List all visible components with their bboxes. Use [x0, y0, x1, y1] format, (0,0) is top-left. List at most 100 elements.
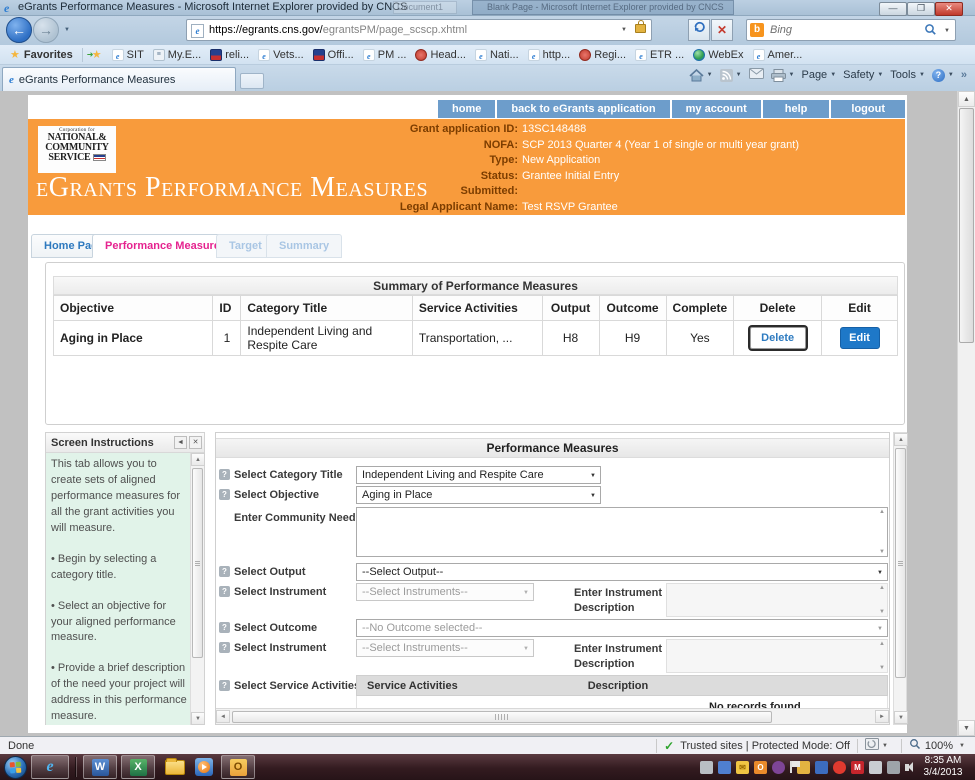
category-title-select[interactable]: Independent Living and Respite Care▼ — [356, 466, 601, 484]
scroll-down-icon[interactable]: ▼ — [958, 720, 975, 736]
favorite-item-amer[interactable]: eAmer... — [753, 49, 803, 61]
taskbar-ie-button[interactable]: e — [31, 755, 69, 779]
close-button[interactable]: ✕ — [935, 2, 963, 16]
output-select[interactable]: --Select Output--▼ — [356, 563, 888, 581]
help-tooltip-icon[interactable]: ? — [219, 586, 230, 597]
help-menu[interactable]: ?▼ — [932, 69, 954, 82]
taskbar-explorer-button[interactable] — [165, 760, 185, 775]
tray-clipboard-icon[interactable] — [869, 761, 882, 774]
read-mail-button[interactable] — [749, 68, 764, 82]
scrollbar-thumb[interactable] — [895, 448, 906, 678]
scrollbar-thumb[interactable] — [232, 711, 772, 723]
browser-scrollbar[interactable]: ▲ ▼ — [957, 91, 975, 736]
add-favorite-icon[interactable]: ★➜ — [92, 48, 102, 61]
form-vertical-scrollbar[interactable]: ▲ ▼ — [893, 432, 907, 725]
tray-purple-icon[interactable] — [772, 761, 785, 774]
zoom-level[interactable]: 100% — [925, 740, 953, 752]
nav-back-to-egrants[interactable]: back to eGrants application — [497, 100, 669, 118]
status-security-text[interactable]: Trusted sites | Protected Mode: Off — [680, 740, 850, 752]
community-need-textarea[interactable]: ▲▼ — [356, 507, 888, 557]
help-tooltip-icon[interactable]: ? — [219, 469, 230, 480]
browser-tab-egrants[interactable]: e eGrants Performance Measures — [2, 67, 236, 91]
nav-home[interactable]: home — [438, 100, 495, 118]
help-tooltip-icon[interactable]: ? — [219, 680, 230, 691]
favorite-item-head[interactable]: Head... — [415, 49, 465, 61]
forward-button[interactable]: → — [33, 17, 59, 43]
favorite-item-nati[interactable]: eNati... — [475, 49, 519, 61]
close-panel-icon[interactable]: ✕ — [189, 436, 202, 449]
tray-mcafee-icon[interactable]: M — [851, 761, 864, 774]
tools-menu[interactable]: Tools▼ — [890, 69, 925, 81]
scrollbar-thumb[interactable] — [959, 108, 974, 343]
print-button[interactable]: ▼ — [771, 69, 795, 82]
favorite-item-sit[interactable]: eSIT — [112, 49, 144, 61]
tray-display-icon[interactable] — [887, 761, 900, 774]
search-box[interactable]: b Bing ▼ — [746, 19, 956, 41]
scroll-right-icon[interactable]: ► — [875, 710, 889, 723]
zoom-dropdown-icon[interactable]: ▼ — [959, 743, 965, 749]
new-tab-button[interactable] — [240, 73, 264, 89]
start-button[interactable] — [4, 756, 27, 779]
tray-printer-icon[interactable] — [700, 761, 713, 774]
history-dropdown-icon[interactable]: ▼ — [64, 27, 70, 33]
tray-antivirus-icon[interactable] — [833, 761, 846, 774]
help-tooltip-icon[interactable]: ? — [219, 642, 230, 653]
nav-logout[interactable]: logout — [831, 100, 905, 118]
page-menu[interactable]: Page▼ — [801, 69, 836, 81]
security-lock-icon[interactable] — [635, 24, 646, 33]
tray-o-icon[interactable]: O — [754, 761, 767, 774]
address-dropdown-icon[interactable]: ▼ — [621, 27, 627, 33]
taskbar-excel-button[interactable]: X — [121, 755, 155, 779]
back-button[interactable]: ← — [6, 17, 32, 43]
refresh-button[interactable] — [688, 19, 710, 41]
favorites-label[interactable]: Favorites — [24, 49, 73, 61]
safety-menu[interactable]: Safety▼ — [843, 69, 883, 81]
chevron-more-icon[interactable]: » — [961, 69, 967, 81]
help-tooltip-icon[interactable]: ? — [219, 566, 230, 577]
tray-network-app-icon[interactable] — [815, 761, 828, 774]
search-magnifier-icon[interactable] — [924, 23, 937, 39]
favorite-item-reli[interactable]: reli... — [210, 49, 249, 61]
home-button[interactable]: ▼ — [689, 69, 713, 82]
maximize-button[interactable]: ❐ — [907, 2, 935, 16]
tray-mail-icon[interactable]: ✉ — [736, 761, 749, 774]
favorite-item-vets[interactable]: eVets... — [258, 49, 304, 61]
scroll-down-icon[interactable]: ▼ — [191, 712, 205, 725]
taskbar-word-button[interactable]: W — [83, 755, 117, 779]
nav-help[interactable]: help — [763, 100, 830, 118]
scroll-down-icon[interactable]: ▼ — [894, 711, 908, 724]
taskbar-media-player-button[interactable] — [195, 758, 213, 776]
minimize-button[interactable]: — — [879, 2, 907, 16]
tray-flag-icon[interactable] — [790, 761, 792, 773]
objective-select[interactable]: Aging in Place▼ — [356, 486, 601, 504]
tray-volume-icon[interactable] — [905, 764, 909, 771]
form-horizontal-scrollbar[interactable]: ◄ ► — [216, 708, 889, 724]
stop-button[interactable]: ✕ — [711, 19, 733, 41]
feeds-button[interactable]: ▼ — [720, 69, 742, 82]
help-tooltip-icon[interactable]: ? — [219, 489, 230, 500]
favorite-item-webex[interactable]: WebEx — [693, 49, 743, 61]
favorite-item-offi[interactable]: Offi... — [313, 49, 354, 61]
help-tooltip-icon[interactable]: ? — [219, 622, 230, 633]
favorite-item-regi[interactable]: Regi... — [579, 49, 626, 61]
edit-button[interactable]: Edit — [840, 327, 880, 349]
compat-dropdown-icon[interactable]: ▼ — [882, 743, 888, 749]
scroll-up-icon[interactable]: ▲ — [958, 91, 975, 107]
collapse-panel-icon[interactable]: ◄ — [174, 436, 187, 449]
compatibility-view-icon[interactable] — [865, 738, 879, 753]
scroll-up-icon[interactable]: ▲ — [894, 433, 908, 446]
taskbar-outlook-button[interactable]: O — [221, 755, 255, 779]
delete-button[interactable]: Delete — [750, 327, 806, 349]
nav-my-account[interactable]: my account — [672, 100, 761, 118]
scroll-up-icon[interactable]: ▲ — [191, 453, 205, 466]
search-dropdown-icon[interactable]: ▼ — [944, 28, 950, 34]
scrollbar-thumb[interactable] — [192, 468, 203, 658]
favorite-item-mye[interactable]: ≡My.E... — [153, 49, 201, 61]
scroll-left-icon[interactable]: ◄ — [216, 710, 230, 723]
instructions-scrollbar[interactable]: ▲ ▼ — [190, 453, 204, 725]
favorite-item-http[interactable]: ehttp... — [528, 49, 571, 61]
taskbar-clock[interactable]: 8:35 AM 3/4/2013 — [917, 755, 969, 779]
favorite-item-etr[interactable]: eETR ... — [635, 49, 684, 61]
favorite-item-pm[interactable]: ePM ... — [363, 49, 407, 61]
outcome-select[interactable]: --No Outcome selected--▼ — [356, 619, 888, 637]
